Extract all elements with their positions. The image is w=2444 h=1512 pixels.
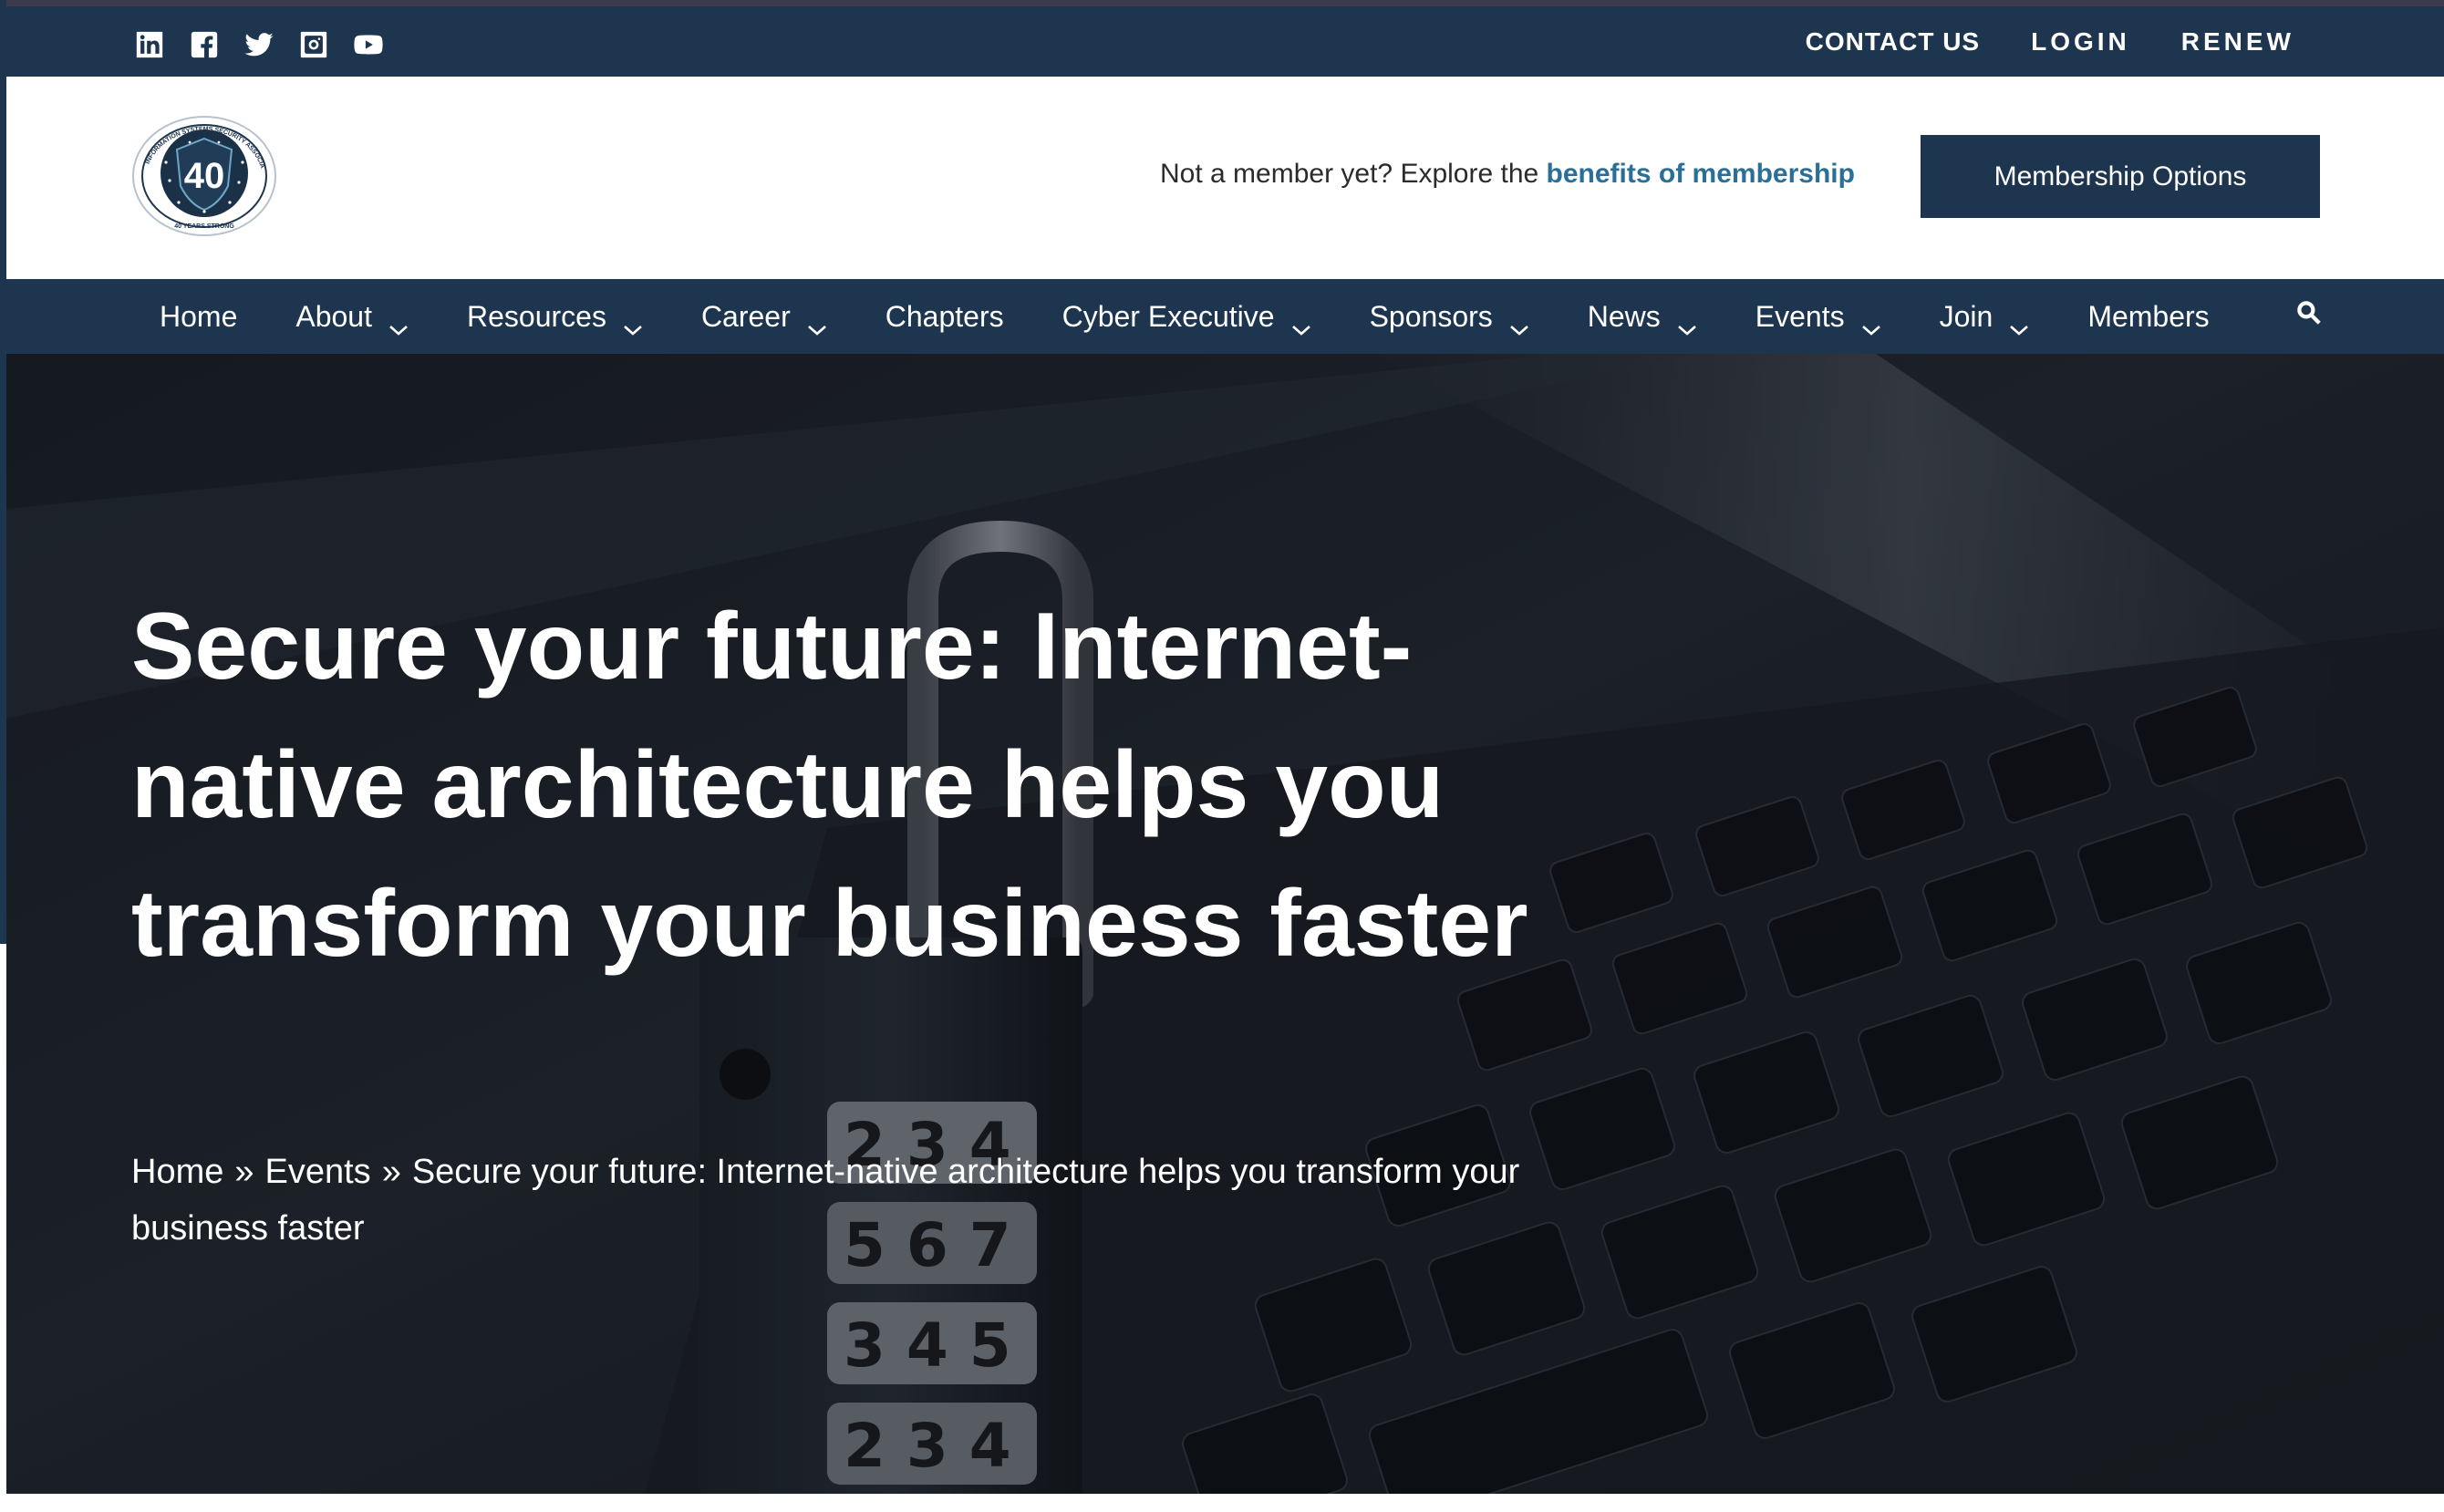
nav-item-cyber-executive[interactable]: Cyber Executive	[1061, 299, 1311, 336]
window-top-border	[0, 0, 2444, 6]
chevron-down-icon	[1291, 310, 1311, 336]
nav-item-label: Events	[1755, 299, 1845, 333]
chevron-down-icon	[807, 310, 827, 336]
nav-item-members[interactable]: Members	[2087, 300, 2209, 334]
renew-link[interactable]: RENEW	[2181, 27, 2294, 57]
chevron-down-icon	[1861, 310, 1881, 336]
chevron-down-icon	[623, 310, 643, 336]
hero-banner: 2 3 4 5 6 7 3 4 5 2 3 4 Secure your futu…	[6, 354, 2444, 1494]
chevron-down-icon	[1677, 310, 1697, 336]
chevron-down-icon	[1509, 310, 1529, 336]
nav-item-label: Sponsors	[1369, 299, 1493, 333]
nav-item-label: Home	[160, 299, 238, 333]
nav-item-label: Members	[2087, 299, 2210, 333]
nav-item-resources[interactable]: Resources	[466, 299, 643, 336]
nav-item-join[interactable]: Join	[1939, 299, 2030, 336]
nav-item-career[interactable]: Career	[700, 299, 827, 336]
breadcrumb-events[interactable]: Events	[265, 1153, 371, 1191]
breadcrumb-home[interactable]: Home	[131, 1153, 223, 1191]
nav-item-label: Chapters	[885, 299, 1004, 333]
search-icon[interactable]	[2295, 299, 2325, 328]
linkedin-icon[interactable]	[131, 26, 168, 63]
nav-item-sponsors[interactable]: Sponsors	[1369, 299, 1529, 336]
nav-item-events[interactable]: Events	[1755, 299, 1881, 336]
svg-text:40: 40	[184, 156, 225, 196]
nav-item-label: Join	[1939, 299, 1994, 333]
membership-promo: Not a member yet? Explore the benefits o…	[1160, 159, 1855, 190]
breadcrumb: Home» Events» Secure your future: Internet…	[131, 1144, 1554, 1257]
left-edge-strip	[0, 0, 6, 944]
nav-item-about[interactable]: About	[295, 299, 409, 336]
page-bottom-strip	[0, 1494, 2444, 1512]
nav-item-home[interactable]: Home	[160, 300, 237, 334]
contact-us-link[interactable]: CONTACT US	[1806, 27, 1980, 57]
youtube-icon[interactable]	[350, 26, 387, 63]
facebook-icon[interactable]	[186, 26, 223, 63]
breadcrumb-separator: »	[381, 1153, 401, 1191]
benefits-link[interactable]: benefits of membership	[1547, 159, 1855, 189]
nav-item-news[interactable]: News	[1587, 299, 1697, 336]
nav-item-label: Cyber Executive	[1061, 299, 1275, 333]
social-links	[131, 26, 387, 63]
nav-item-label: News	[1587, 299, 1661, 333]
svg-text:40 YEARS STRONG: 40 YEARS STRONG	[174, 223, 234, 230]
chevron-down-icon	[2009, 310, 2029, 336]
promo-text: Not a member yet? Explore the	[1160, 159, 1547, 189]
nav-item-label: About	[295, 299, 372, 333]
utility-bar: CONTACT US LOGIN RENEW	[6, 6, 2444, 77]
chevron-down-icon	[388, 310, 409, 336]
breadcrumb-separator: »	[234, 1153, 254, 1191]
membership-options-button[interactable]: Membership Options	[1921, 135, 2320, 218]
login-link[interactable]: LOGIN	[2031, 27, 2130, 57]
utility-links: CONTACT US LOGIN RENEW	[1806, 6, 2294, 77]
instagram-icon[interactable]	[295, 26, 332, 63]
page-title: Secure your future: Internet-native arch…	[131, 594, 1528, 977]
nav-item-label: Career	[700, 299, 791, 333]
site-header: 40 INFORMATION SYSTEMS SECURITY ASSOCIAT…	[6, 77, 2444, 279]
nav-menu: Home About Resources Career Chapters Cyber Ex…	[160, 279, 2268, 354]
nav-item-chapters[interactable]: Chapters	[885, 300, 1004, 334]
twitter-icon[interactable]	[241, 26, 277, 63]
site-logo[interactable]: 40 INFORMATION SYSTEMS SECURITY ASSOCIAT…	[129, 110, 277, 237]
nav-item-label: Resources	[466, 299, 606, 333]
main-nav: Home About Resources Career Chapters Cyber Ex…	[6, 279, 2444, 354]
